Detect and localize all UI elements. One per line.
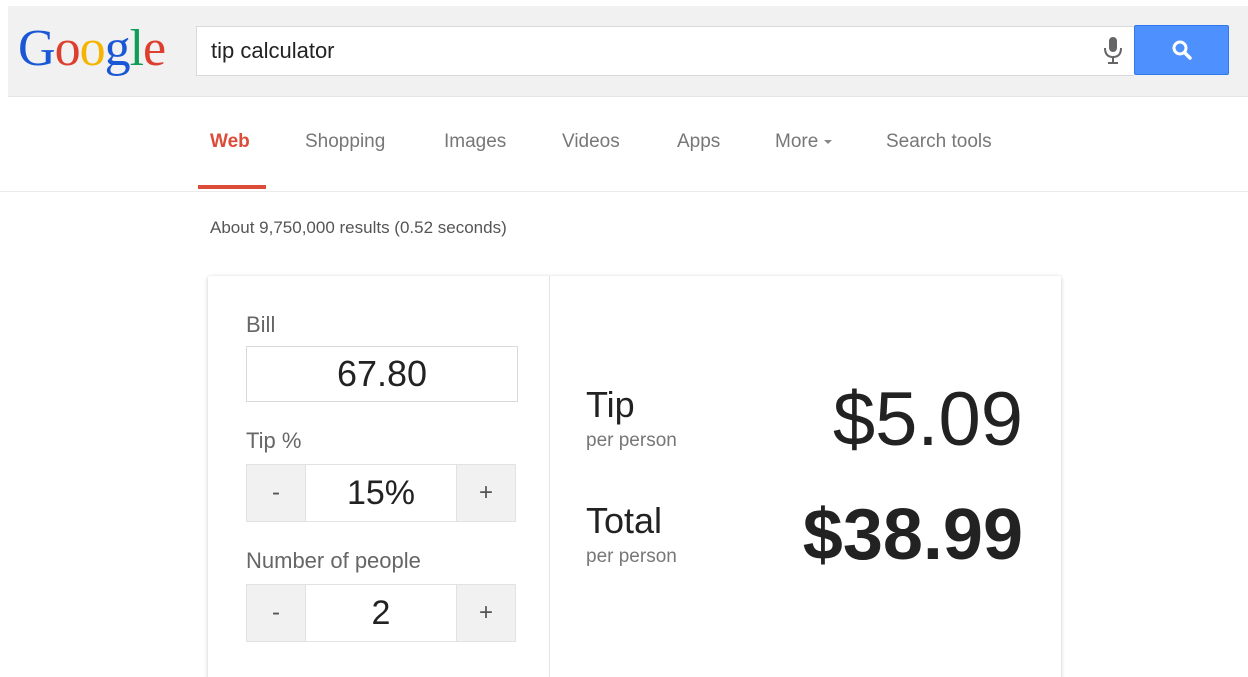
tab-search-tools[interactable]: Search tools (886, 131, 992, 153)
logo-letter: G (18, 20, 56, 77)
search-icon (1172, 40, 1192, 60)
tab-web[interactable]: Web (210, 131, 250, 153)
people-label: Number of people (246, 548, 421, 573)
result-tip-sub: per person (586, 430, 677, 451)
tab-videos[interactable]: Videos (562, 131, 620, 153)
result-tip-label: Tip (586, 384, 635, 425)
logo-letter: e (143, 20, 166, 77)
active-tab-indicator (198, 185, 266, 189)
people-increase-button[interactable]: + (457, 585, 515, 641)
logo-letter: o (79, 20, 106, 77)
logo-letter: o (54, 20, 81, 77)
bill-label: Bill (246, 312, 276, 337)
search-input[interactable] (211, 27, 1071, 75)
card-divider (549, 276, 550, 677)
search-header: Google (8, 6, 1248, 97)
result-total-label: Total (586, 500, 663, 541)
people-value[interactable]: 2 (305, 585, 457, 641)
search-box (196, 26, 1134, 76)
tab-images[interactable]: Images (444, 131, 506, 153)
tip-increase-button[interactable]: + (457, 465, 515, 521)
logo-letter: l (129, 20, 144, 77)
tab-more-label: More (775, 131, 819, 152)
google-logo[interactable]: Google (18, 19, 166, 79)
result-total-sub: per person (586, 546, 677, 567)
tip-percent-value[interactable]: 15% (305, 465, 457, 521)
caret-down-icon (824, 139, 833, 144)
tip-percent-label: Tip % (246, 428, 302, 453)
people-decrease-button[interactable]: - (247, 585, 305, 641)
people-stepper: - 2 + (246, 584, 516, 642)
tip-decrease-button[interactable]: - (247, 465, 305, 521)
tab-apps[interactable]: Apps (677, 131, 720, 153)
tab-shopping[interactable]: Shopping (305, 131, 385, 153)
logo-letter: g (104, 20, 131, 77)
tab-more[interactable]: More (775, 131, 833, 153)
bill-input[interactable] (246, 346, 518, 402)
search-tabs: Web Shopping Images Videos Apps More Sea… (0, 97, 1248, 192)
result-stats: About 9,750,000 results (0.52 seconds) (210, 218, 507, 237)
search-button[interactable] (1134, 25, 1229, 75)
microphone-icon[interactable] (1098, 33, 1128, 69)
result-total-value: $38.99 (802, 495, 1023, 575)
tip-percent-stepper: - 15% + (246, 464, 516, 522)
tip-calculator-card: Bill Tip % - 15% + Number of people - 2 … (208, 276, 1061, 677)
result-tip-value: $5.09 (832, 377, 1023, 462)
